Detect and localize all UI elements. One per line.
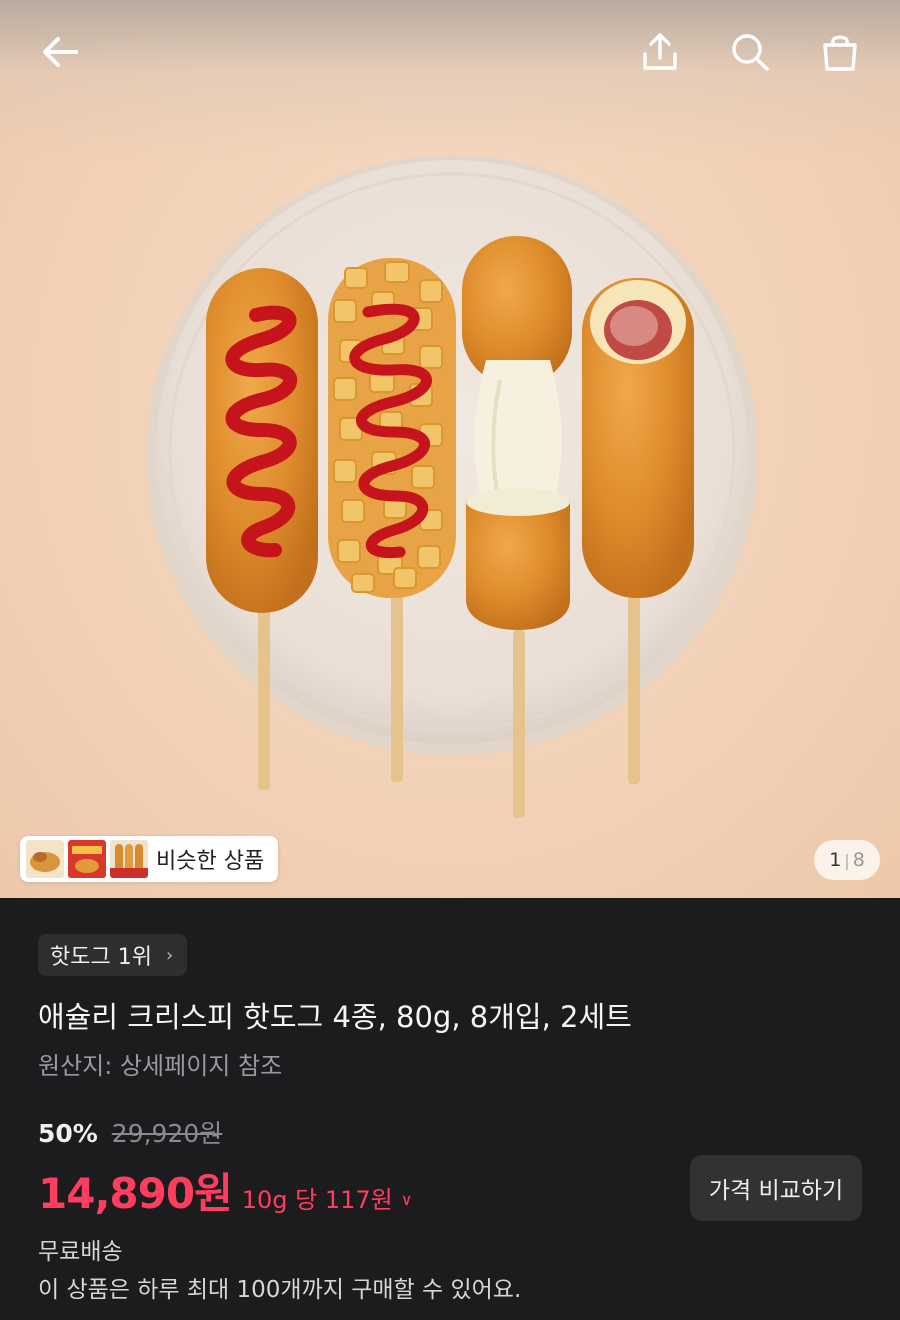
similar-products-button[interactable]: 비슷한 상품 <box>20 836 278 882</box>
discount-row: 50% 29,920원 <box>38 1114 222 1150</box>
purchase-limit-notice: 이 상품은 하루 최대 100개까지 구매할 수 있어요. <box>38 1277 522 1303</box>
sale-price: 14,890원 <box>38 1169 233 1218</box>
cart-icon[interactable] <box>810 22 870 82</box>
rank-label: 핫도그 1위 <box>50 945 152 970</box>
chevron-down-icon: ∨ <box>400 1190 413 1209</box>
origin-info: 원산지: 상세페이지 참조 <box>38 1052 283 1080</box>
cheese-hotdog <box>462 236 572 630</box>
product-image-gallery[interactable]: 비슷한 상품 1 | 8 <box>0 0 900 898</box>
original-price: 29,920원 <box>111 1119 223 1148</box>
discount-rate: 50% <box>38 1119 98 1148</box>
search-icon[interactable] <box>720 22 780 82</box>
back-arrow-icon[interactable] <box>30 22 90 82</box>
page-separator: | <box>844 850 850 870</box>
unit-price-toggle[interactable]: 10g 당 117원 ∨ <box>242 1180 413 1215</box>
page-current: 1 <box>829 849 842 871</box>
category-rank-chip[interactable]: 핫도그 1위 › <box>38 934 188 976</box>
sausage-hotdog <box>582 278 694 598</box>
compare-price-button[interactable]: 가격 비교하기 <box>690 1155 862 1221</box>
chevron-right-icon: › <box>165 944 174 966</box>
page-total: 8 <box>852 849 865 871</box>
similar-thumb-3 <box>110 840 148 878</box>
potato-hotdog <box>328 258 456 598</box>
product-title: 애슐리 크리스피 핫도그 4종, 80g, 8개입, 2세트 <box>38 1000 632 1034</box>
ketchup-hotdog <box>206 268 318 613</box>
similar-thumb-2 <box>68 840 106 878</box>
similar-products-label: 비슷한 상품 <box>156 849 265 874</box>
share-icon[interactable] <box>630 22 690 82</box>
shipping-info: 무료배송 <box>38 1239 123 1265</box>
page-indicator: 1 | 8 <box>814 840 880 880</box>
unit-price: 10g 당 117원 <box>241 1186 393 1214</box>
similar-thumb-1 <box>26 840 64 878</box>
price-row: 14,890원 10g 당 117원 ∨ <box>38 1160 412 1221</box>
